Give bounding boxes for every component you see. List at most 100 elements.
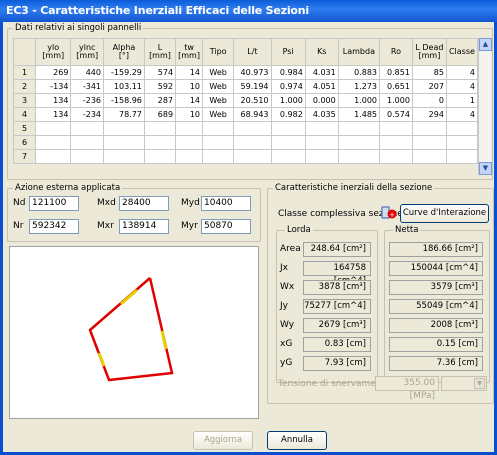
nd-input[interactable]: 121100 <box>29 196 79 211</box>
table-cell[interactable] <box>233 121 272 136</box>
table-cell[interactable] <box>35 121 72 136</box>
table-cell[interactable]: 0.984 <box>270 65 306 80</box>
table-cell[interactable]: 0.574 <box>379 107 413 122</box>
table-cell[interactable] <box>411 121 447 136</box>
row-number[interactable]: 3 <box>12 93 37 108</box>
table-cell[interactable] <box>379 121 413 136</box>
table-cell[interactable]: 1.000 <box>270 93 306 108</box>
table-cell[interactable] <box>103 149 145 164</box>
table-cell[interactable]: 0.651 <box>379 79 413 94</box>
table-cell[interactable]: 59.194 <box>233 79 272 94</box>
row-number[interactable]: 4 <box>12 107 37 122</box>
table-cell[interactable] <box>445 149 479 164</box>
table-row[interactable]: 2 -134 -341 103.11 592 10 Web 59.194 0.974 4.051 1… <box>12 79 479 94</box>
table-cell[interactable]: -234 <box>70 107 104 122</box>
row-number[interactable]: 6 <box>12 135 37 150</box>
table-cell[interactable] <box>270 135 306 150</box>
table-cell[interactable] <box>379 149 413 164</box>
table-cell[interactable]: 207 <box>411 79 447 94</box>
table-cell[interactable]: 269 <box>35 65 72 80</box>
table-cell[interactable] <box>201 149 235 164</box>
row-number[interactable]: 5 <box>12 121 37 136</box>
table-cell[interactable]: 1 <box>445 93 479 108</box>
table-cell[interactable]: 0.851 <box>379 65 413 80</box>
table-cell[interactable]: 40.973 <box>233 65 272 80</box>
table-cell[interactable] <box>143 149 177 164</box>
table-cell[interactable]: 68.943 <box>233 107 272 122</box>
table-cell[interactable] <box>337 135 381 150</box>
table-cell[interactable] <box>35 135 72 150</box>
table-cell[interactable] <box>70 121 104 136</box>
table-cell[interactable] <box>201 135 235 150</box>
table-cell[interactable] <box>445 121 479 136</box>
table-cell[interactable]: 0 <box>411 93 447 108</box>
table-cell[interactable]: 689 <box>143 107 177 122</box>
table-cell[interactable]: Web <box>201 79 235 94</box>
table-cell[interactable]: 1.000 <box>379 93 413 108</box>
row-number[interactable]: 1 <box>12 65 37 80</box>
table-cell[interactable] <box>35 149 72 164</box>
table-cell[interactable]: 78.77 <box>103 107 145 122</box>
tensione-input[interactable]: 355.00 [MPa] <box>375 376 439 401</box>
table-cell[interactable] <box>175 135 203 150</box>
table-cell[interactable]: 4 <box>445 79 479 94</box>
panels-table[interactable]: ylo [mm] ylnc [mm] Alpha [°] L [mm] tw [mm] T… <box>12 38 479 164</box>
table-row[interactable]: 3 134 -236 -158.96 287 14 Web 20.510 1.000 0.000 1… <box>12 93 479 108</box>
table-row[interactable]: 7 <box>12 149 479 164</box>
mxr-input[interactable]: 138914 <box>119 219 169 234</box>
table-cell[interactable]: 85 <box>411 65 447 80</box>
table-cell[interactable] <box>411 149 447 164</box>
table-cell[interactable] <box>201 121 235 136</box>
table-cell[interactable] <box>304 121 339 136</box>
table-cell[interactable]: Web <box>201 65 235 80</box>
table-cell[interactable] <box>175 149 203 164</box>
table-row[interactable]: 5 <box>12 121 479 136</box>
table-cell[interactable]: 1.273 <box>337 79 381 94</box>
table-cell[interactable]: 440 <box>70 65 104 80</box>
table-cell[interactable]: 4 <box>445 107 479 122</box>
table-cell[interactable]: -159.29 <box>103 65 145 80</box>
table-cell[interactable] <box>445 135 479 150</box>
table-cell[interactable] <box>304 149 339 164</box>
table-cell[interactable] <box>270 149 306 164</box>
table-cell[interactable] <box>143 135 177 150</box>
table-cell[interactable] <box>304 135 339 150</box>
table-cell[interactable] <box>70 149 104 164</box>
table-cell[interactable] <box>337 121 381 136</box>
table-cell[interactable]: 1.485 <box>337 107 381 122</box>
aggiorna-button[interactable]: Aggiorna <box>193 431 253 450</box>
table-cell[interactable]: 0.883 <box>337 65 381 80</box>
table-cell[interactable]: 14 <box>175 65 203 80</box>
table-row[interactable]: 4 134 -234 78.77 689 10 Web 68.943 0.982 4.035 1.4… <box>12 107 479 122</box>
chevron-down-icon[interactable]: ▼ <box>474 378 485 389</box>
table-cell[interactable]: 10 <box>175 107 203 122</box>
table-cell[interactable] <box>233 149 272 164</box>
table-cell[interactable]: 592 <box>143 79 177 94</box>
table-cell[interactable]: 134 <box>35 93 72 108</box>
table-cell[interactable]: 1.000 <box>337 93 381 108</box>
table-cell[interactable] <box>143 121 177 136</box>
mxd-input[interactable]: 28400 <box>119 196 169 211</box>
table-cell[interactable]: 4.051 <box>304 79 339 94</box>
table-cell[interactable]: 4 <box>445 65 479 80</box>
table-cell[interactable]: 4.031 <box>304 65 339 80</box>
table-cell[interactable] <box>270 121 306 136</box>
tensione-unit-select[interactable]: ▼ <box>441 376 487 391</box>
table-cell[interactable]: 0.982 <box>270 107 306 122</box>
table-cell[interactable] <box>70 135 104 150</box>
table-cell[interactable]: -236 <box>70 93 104 108</box>
table-cell[interactable]: 4.035 <box>304 107 339 122</box>
table-cell[interactable] <box>337 149 381 164</box>
table-cell[interactable]: -158.96 <box>103 93 145 108</box>
table-cell[interactable]: 0.974 <box>270 79 306 94</box>
scroll-up-icon[interactable]: ▲ <box>479 38 492 51</box>
table-cell[interactable]: 287 <box>143 93 177 108</box>
table-cell[interactable]: 294 <box>411 107 447 122</box>
table-cell[interactable]: 103.11 <box>103 79 145 94</box>
nr-input[interactable]: 592342 <box>29 219 79 234</box>
table-cell[interactable] <box>233 135 272 150</box>
table-cell[interactable]: 10 <box>175 79 203 94</box>
table-row[interactable]: 1 269 440 -159.29 574 14 Web 40.973 0.984 4.031 0.… <box>12 65 479 80</box>
table-cell[interactable]: -134 <box>35 79 72 94</box>
table-cell[interactable]: Web <box>201 93 235 108</box>
